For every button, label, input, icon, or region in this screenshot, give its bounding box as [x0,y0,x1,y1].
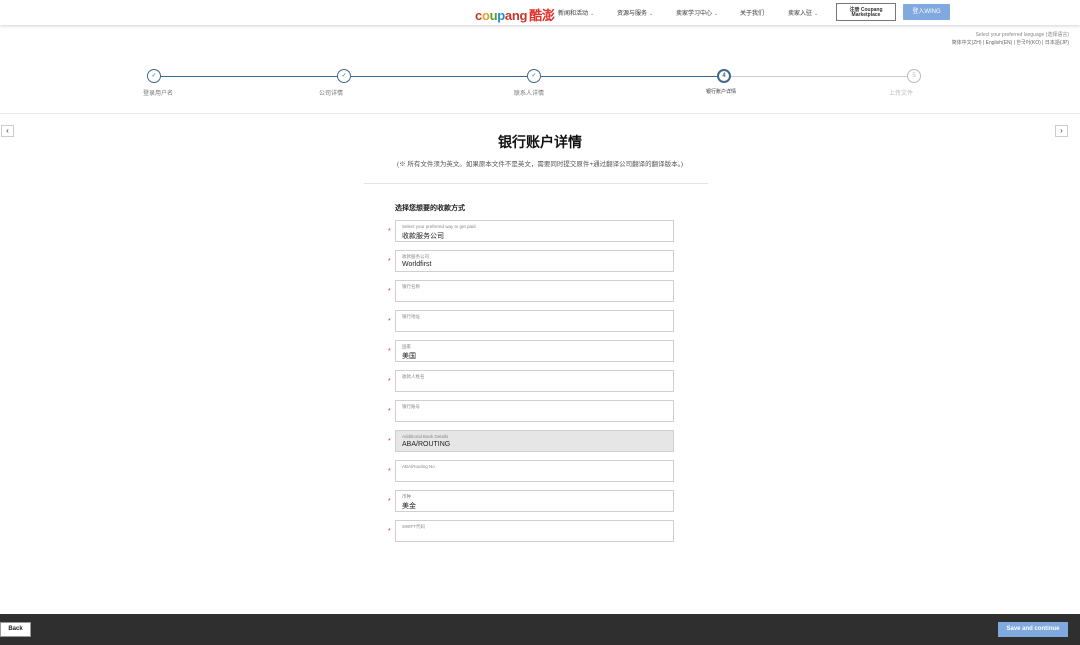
registration-stepper: ✓ ✓ ✓ 4 5 登录用户名 公司详情 联系人详情 银行账户详情 上传文件 [0,64,1080,114]
step-5-label: 上传文件 [888,91,914,97]
step-1-label: 登录用户名 [142,91,174,97]
logo-letter-c: c [475,8,482,23]
step-4-label: 银行账户详情 [705,89,737,95]
bank-address-input[interactable]: 银行地址 [395,310,674,332]
field-label: 国家 [402,344,411,349]
nav-item-label: 新闻和活动 [558,11,589,17]
field-value: 美金 [402,503,416,510]
payee-name-input[interactable]: 收款人姓名 [395,370,674,392]
login-wing-button[interactable]: 登入WING [903,4,950,20]
country-select[interactable]: 国家 美国 [395,340,674,362]
step-1-check-icon[interactable]: ✓ [147,69,161,83]
required-marker: * [388,348,391,355]
currency-row: * 币种 美金 [388,490,678,512]
nav-item-label: 资源与服务 [617,11,648,17]
step-connector [731,76,907,77]
language-select-label: Select your preferred language (选择语言) [975,32,1069,38]
bank-name-input[interactable]: 银行名称 [395,280,674,302]
payment-service-company-row: * 收款服务公司 Worldfirst [388,250,678,272]
nav-item-label: 关于我们 [740,11,765,17]
required-marker: * [388,258,391,265]
required-marker: * [388,378,391,385]
field-value: 美国 [402,353,416,360]
aba-routing-number-input[interactable]: ABA/Routing No [395,460,674,482]
bank-name-row: * 银行名称 [388,280,678,302]
step-4-indicator: 4 [717,69,731,83]
required-marker: * [388,528,391,535]
swift-code-input[interactable]: SWIFT代码 [395,520,674,542]
aba-routing-number-row: * ABA/Routing No [388,460,678,482]
chevron-down-icon: ⌄ [814,11,819,17]
nav-item-label: 卖家学习中心 [676,11,713,17]
required-marker: * [388,318,391,325]
step-5-indicator: 5 [907,69,921,83]
footer-action-bar: Back Save and continue [0,614,1080,645]
step-2-check-icon[interactable]: ✓ [337,69,351,83]
top-navigation-bar: coupang 酷澎 新闻和活动 ⌄ 资源与服务 ⌄ 卖家学习中心 ⌄ 关于我们 卖家入… [0,0,1080,25]
page-title: 银行账户详情 [498,134,582,150]
field-label: 银行名称 [402,284,420,289]
bank-address-row: * 银行地址 [388,310,678,332]
bank-account-number-input[interactable]: 银行账号 [395,400,674,422]
back-button[interactable]: Back [0,622,31,637]
step-3-label: 联系人详情 [513,91,545,97]
field-label: 收款服务公司 [402,254,429,259]
field-label: 币种 [402,494,411,499]
bank-account-number-row: * 银行账号 [388,400,678,422]
payment-method-select[interactable]: Select your preferred way to get paid 收款… [395,220,674,242]
payment-method-section-title: 选择您想要的收款方式 [395,205,465,212]
step-3-check-icon[interactable]: ✓ [527,69,541,83]
nav-item-label: 卖家入驻 [788,11,813,17]
required-marker: * [388,438,391,445]
step-2-label: 公司详情 [318,91,344,97]
currency-select[interactable]: 币种 美金 [395,490,674,512]
required-marker: * [388,498,391,505]
nav-item-seller-onboarding[interactable]: 卖家入驻 ⌄ [788,8,818,17]
payee-name-row: * 收款人姓名 [388,370,678,392]
section-divider [364,183,708,184]
payment-service-company-select[interactable]: 收款服务公司 Worldfirst [395,250,674,272]
field-value: ABA/ROUTING [402,441,451,448]
field-label: ABA/Routing No [402,464,435,469]
additional-bank-details-field: Additional Bank Details ABA/ROUTING [395,430,674,452]
logo-letter-o: o [481,8,490,23]
payment-method-select-row: * Select your preferred way to get paid … [388,220,678,242]
required-marker: * [388,288,391,295]
additional-bank-details-row: * Additional Bank Details ABA/ROUTING [388,430,678,452]
field-value: 收款服务公司 [402,233,444,240]
chevron-down-icon: ⌄ [649,11,654,17]
field-value: Worldfirst [402,261,432,268]
swift-code-row: * SWIFT代码 [388,520,678,542]
step-connector [541,76,717,77]
field-label: 收款人姓名 [402,374,425,379]
nav-item-news[interactable]: 新闻和活动 ⌄ [558,8,594,17]
field-label: SWIFT代码 [402,524,425,529]
save-and-continue-button[interactable]: Save and continue [998,622,1068,637]
step-connector [160,76,337,77]
chevron-down-icon: ⌄ [714,11,719,17]
nav-item-about[interactable]: 关于我们 [740,8,764,17]
required-marker: * [388,468,391,475]
required-marker: * [388,228,391,235]
logo-letter-p: p [497,8,505,23]
step-connector [351,76,527,77]
field-label: Select your preferred way to get paid [402,224,476,229]
field-label: 银行地址 [402,314,420,319]
coupang-logo[interactable]: coupang 酷澎 [475,5,555,24]
nav-item-learning-center[interactable]: 卖家学习中心 ⌄ [676,8,718,17]
country-row: * 国家 美国 [388,340,678,362]
document-language-note: (※ 所有文件须为英文。如果原本文件不是英文，需要同时提交原件+通过翻译公司翻译… [396,161,684,168]
language-links[interactable]: 简体中文(ZH) | English(EN) | 한국어(KO) | 日本語(J… [952,39,1069,46]
field-label: Additional Bank Details [402,434,449,439]
required-marker: * [388,408,391,415]
field-label: 银行账号 [402,404,420,409]
logo-chinese: 酷澎 [529,8,555,23]
chevron-down-icon: ⌄ [590,11,595,17]
register-marketplace-button[interactable]: 注册 Coupang Marketplace [836,3,896,21]
nav-item-resources[interactable]: 资源与服务 ⌄ [617,8,653,17]
logo-letters-ang: ang [504,8,528,23]
